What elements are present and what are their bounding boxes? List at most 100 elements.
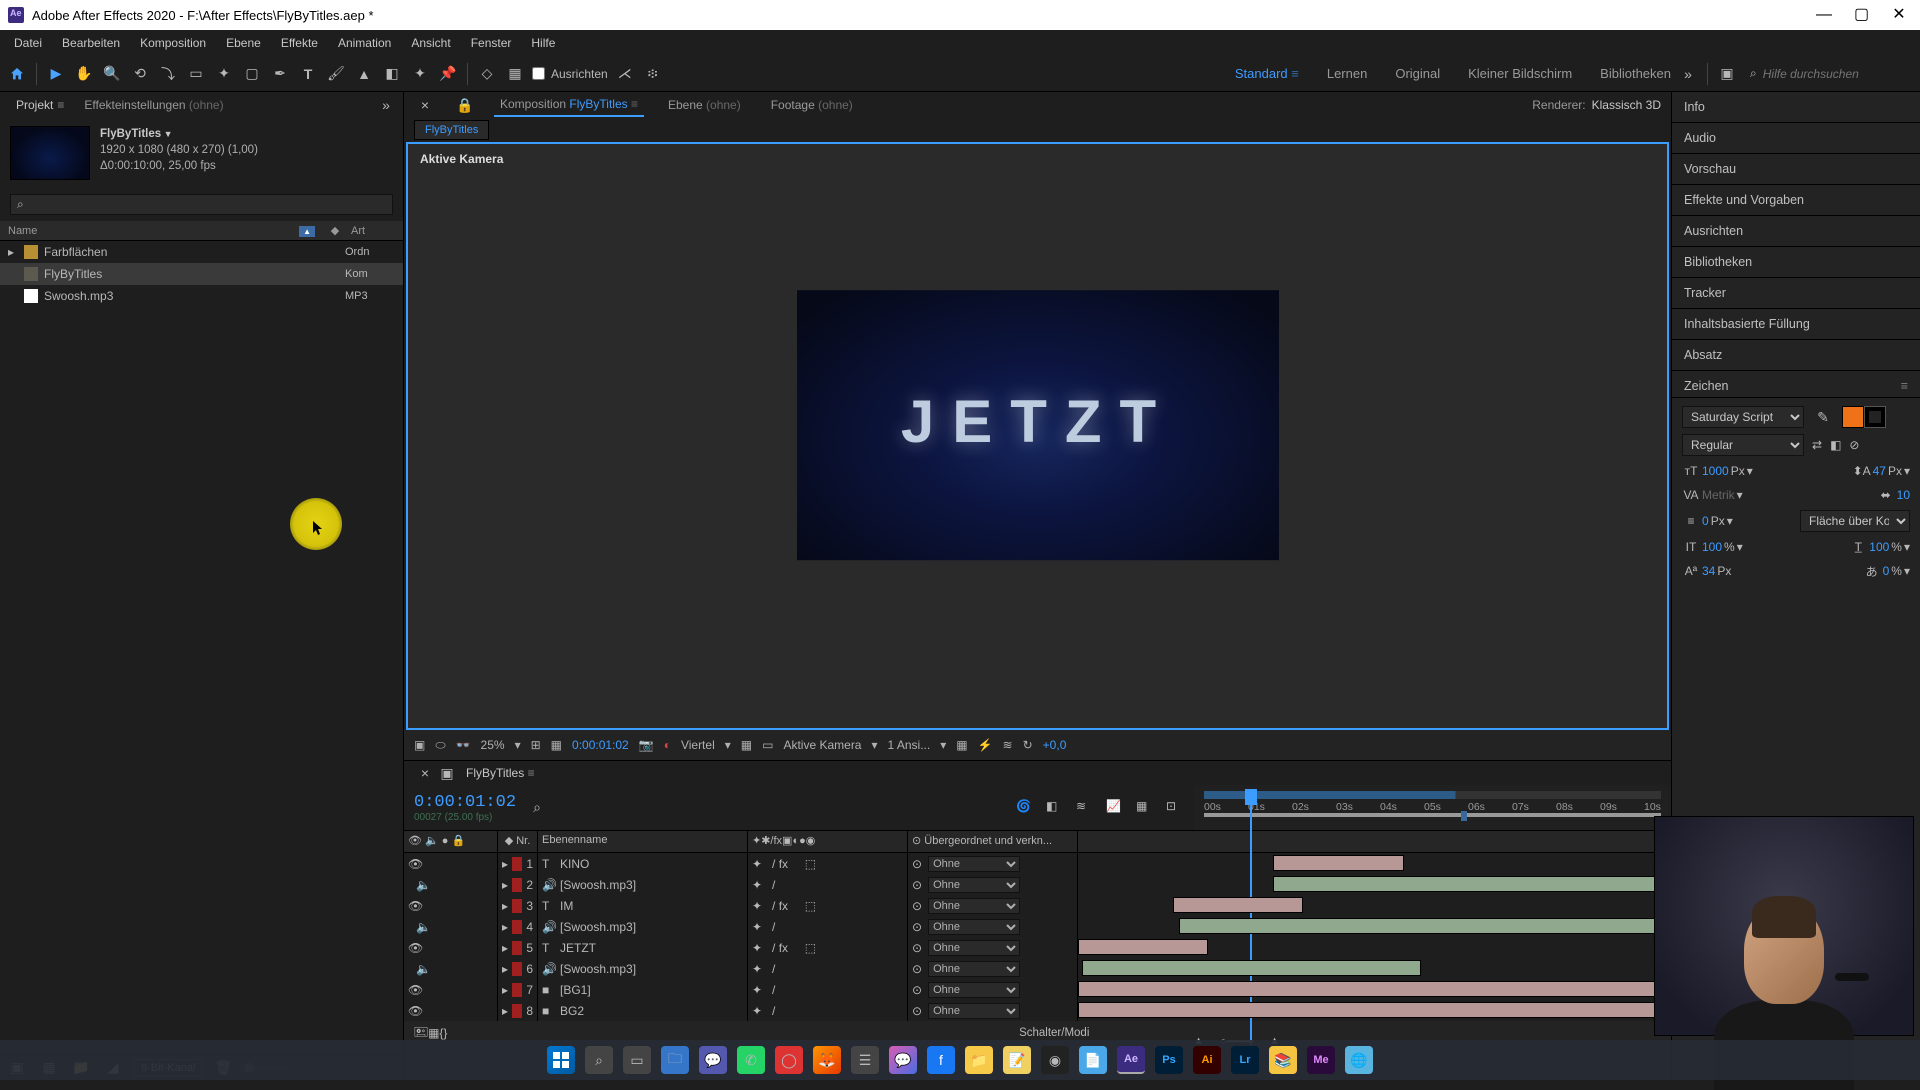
roto-tool[interactable]: ✦ (409, 63, 431, 85)
project-item[interactable]: Swoosh.mp3MP3 (0, 285, 403, 307)
graph-editor-icon[interactable]: 📈 (1106, 799, 1124, 817)
hand-tool[interactable]: ✋ (73, 63, 95, 85)
orbit-tool[interactable]: ⟲ (129, 63, 151, 85)
fill-color-swatch[interactable] (1842, 406, 1864, 428)
3d-icon[interactable]: ▦ (956, 738, 967, 752)
composition-tab[interactable]: Komposition FlyByTitles ≡ (494, 93, 644, 117)
menu-komposition[interactable]: Komposition (130, 32, 216, 54)
messenger-icon[interactable]: 💬 (889, 1046, 917, 1074)
selection-tool[interactable]: ▶ (45, 63, 67, 85)
baseline-value[interactable]: 34 (1702, 564, 1715, 578)
whatsapp-icon[interactable]: ✆ (737, 1046, 765, 1074)
menu-effekte[interactable]: Effekte (271, 32, 328, 54)
channel-icon[interactable]: ◐ (664, 738, 671, 752)
obs-icon[interactable]: ◉ (1041, 1046, 1069, 1074)
parent-select[interactable]: Ohne (928, 961, 1020, 977)
leading-value[interactable]: 47 (1873, 464, 1886, 478)
app-icon-1[interactable]: ☰ (851, 1046, 879, 1074)
font-style-select[interactable]: Regular (1682, 434, 1804, 456)
layer-row[interactable]: 👁 ▸ 3 T IM ✦ / fx ⬚ ⊙ Ohne (404, 895, 1671, 916)
red-app-icon[interactable]: ◯ (775, 1046, 803, 1074)
tl-lock-icon[interactable]: ▣ (436, 762, 458, 784)
tl-search-icon[interactable]: ⌕ (526, 797, 548, 819)
lightroom-icon[interactable]: Lr (1231, 1046, 1259, 1074)
resolution[interactable]: Viertel (681, 738, 715, 752)
puppet-tool[interactable]: 📌 (437, 63, 459, 85)
comp-name[interactable]: FlyByTitles (100, 126, 258, 142)
time-ruler[interactable]: 00s01s02s03s04s05s06s07s08s09s10s (1194, 785, 1671, 830)
hscale-value[interactable]: 100 (1869, 540, 1889, 554)
layer-row[interactable]: 👁 ▸ 1 T KINO ✦ / fx ⬚ ⊙ Ohne (404, 853, 1671, 874)
guides-icon[interactable]: 👓 (456, 738, 471, 752)
panel-info[interactable]: Info (1672, 92, 1920, 123)
type-tool[interactable]: T (297, 63, 319, 85)
camera-select[interactable]: Aktive Kamera (783, 738, 861, 752)
workspace-more[interactable]: » (1677, 63, 1699, 85)
blend-modes-icon[interactable]: ▦ (428, 1026, 439, 1040)
mask-toggle[interactable]: ▦ (504, 63, 526, 85)
alpha-icon[interactable]: ▣ (414, 738, 425, 752)
shy-toggle[interactable]: ◇ (476, 63, 498, 85)
exposure-value[interactable]: +0,0 (1043, 738, 1067, 752)
anchor-tool[interactable]: ✦ (213, 63, 235, 85)
explorer-icon[interactable]: 🗀 (661, 1046, 689, 1074)
workspace-original[interactable]: Original (1395, 66, 1440, 81)
expand-icon[interactable]: {} (439, 1026, 447, 1040)
parent-select[interactable]: Ohne (928, 1003, 1020, 1019)
snap-menu[interactable]: ⋌ (614, 63, 636, 85)
res-icon[interactable]: ⊞ (531, 738, 541, 752)
snapshot-icon[interactable]: 📷 (639, 738, 654, 752)
menu-fenster[interactable]: Fenster (461, 32, 522, 54)
stroke-mode-select[interactable]: Fläche über Kon... (1800, 510, 1910, 532)
layer-row[interactable]: 🔈 ▸ 6 🔊 [Swoosh.mp3] ✦ / ⊙ Ohne (404, 958, 1671, 979)
workspace-bibliotheken[interactable]: Bibliotheken (1600, 66, 1671, 81)
notepad-icon[interactable]: 📄 (1079, 1046, 1107, 1074)
frame-blend-icon[interactable]: ◧ (1046, 799, 1064, 817)
menu-ebene[interactable]: Ebene (216, 32, 271, 54)
no-color-icon[interactable]: ⊘ (1849, 438, 1859, 452)
bw-swatch-icon[interactable]: ◧ (1830, 438, 1841, 452)
after-effects-taskbar-icon[interactable]: Ae (1117, 1046, 1145, 1074)
layer-row[interactable]: 👁 ▸ 8 ■ BG2 ✦ / ⊙ Ohne (404, 1000, 1671, 1021)
rect-tool[interactable]: ▢ (241, 63, 263, 85)
snap-checkbox[interactable] (532, 67, 545, 80)
menu-datei[interactable]: Datei (4, 32, 52, 54)
rotate-tool[interactable]: ⤵ (157, 63, 179, 85)
parent-select[interactable]: Ohne (928, 940, 1020, 956)
close-tab-icon[interactable]: × (414, 94, 436, 116)
facebook-icon[interactable]: f (927, 1046, 955, 1074)
col-label[interactable]: ◆ (323, 221, 347, 240)
zoom-level[interactable]: 25% (481, 738, 505, 752)
panel-ausrichten[interactable]: Ausrichten (1672, 216, 1920, 247)
parent-select[interactable]: Ohne (928, 982, 1020, 998)
shy-switch-icon[interactable]: 🌀 (1016, 799, 1034, 817)
panel-inhaltsbasierte-füllung[interactable]: Inhaltsbasierte Füllung (1672, 309, 1920, 340)
font-family-select[interactable]: Saturday Script (1682, 406, 1804, 428)
motion-blur-icon[interactable]: ≋ (1003, 738, 1013, 752)
help-search-input[interactable] (1763, 67, 1920, 81)
zoom-tool[interactable]: 🔍 (101, 63, 123, 85)
panel-absatz[interactable]: Absatz (1672, 340, 1920, 371)
project-item[interactable]: ▸FarbflächenOrdn (0, 241, 403, 263)
workspace-lernen[interactable]: Lernen (1327, 66, 1367, 81)
start-button[interactable] (547, 1046, 575, 1074)
parent-select[interactable]: Ohne (928, 919, 1020, 935)
panel-zeichen[interactable]: Zeichen≡ (1672, 371, 1920, 398)
eyedropper-icon[interactable]: ✎ (1812, 406, 1834, 428)
tl-close-icon[interactable]: × (414, 762, 436, 784)
clone-tool[interactable]: ▲ (353, 63, 375, 85)
brain-icon[interactable]: ⊡ (1166, 799, 1184, 817)
search-taskbar-icon[interactable]: ⌕ (585, 1046, 613, 1074)
parent-select[interactable]: Ohne (928, 856, 1020, 872)
illustrator-icon[interactable]: Ai (1193, 1046, 1221, 1074)
minimize-button[interactable]: — (1816, 8, 1830, 22)
firefox-icon[interactable]: 🦊 (813, 1046, 841, 1074)
project-item[interactable]: FlyByTitlesKom (0, 263, 403, 285)
pen-tool[interactable]: ✒ (269, 63, 291, 85)
parent-select[interactable]: Ohne (928, 877, 1020, 893)
layer-row[interactable]: 🔈 ▸ 4 🔊 [Swoosh.mp3] ✦ / ⊙ Ohne (404, 916, 1671, 937)
stroke-color-swatch[interactable] (1864, 406, 1886, 428)
panel-vorschau[interactable]: Vorschau (1672, 154, 1920, 185)
workspace-kleiner bildschirm[interactable]: Kleiner Bildschirm (1468, 66, 1572, 81)
notes-icon[interactable]: 📝 (1003, 1046, 1031, 1074)
